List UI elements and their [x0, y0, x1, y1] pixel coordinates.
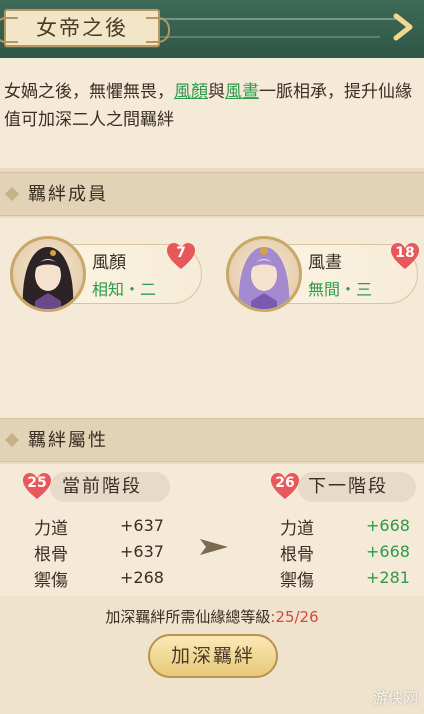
member-rank: 相知・二	[92, 280, 157, 299]
chevron-right-icon-svg	[393, 13, 413, 41]
current-stage-level: 25	[27, 475, 47, 491]
next-stage-level-badge: 26	[270, 472, 300, 500]
stat-value: +668	[366, 516, 410, 535]
title-plaque: 女帝之後	[0, 9, 170, 47]
current-stage-level-badge: 25	[22, 472, 52, 500]
requirement-label: 加深羈絆所需仙緣總等級	[105, 608, 271, 626]
requirement-progress: :25/26	[270, 608, 319, 626]
chevron-right-icon[interactable]	[390, 12, 418, 42]
heart-level-value: 18	[395, 245, 415, 261]
stat-name: 禦傷	[34, 571, 68, 591]
avatar[interactable]	[10, 236, 86, 312]
stat-value: +668	[366, 542, 410, 561]
portrait-icon	[238, 247, 290, 309]
header-decoration	[140, 18, 400, 20]
link-fengyan[interactable]: 風顏	[174, 82, 208, 102]
watermark: 游侠网	[372, 689, 418, 707]
member-rank: 無間・三	[308, 280, 373, 299]
member-name: 風晝	[308, 253, 342, 273]
avatar[interactable]	[226, 236, 302, 312]
heart-level-badge: 7	[166, 242, 196, 270]
portrait-icon	[22, 247, 74, 309]
diamond-icon	[4, 432, 20, 448]
diamond-icon	[4, 186, 20, 202]
next-stage-label: 下一階段	[308, 476, 388, 497]
next-stage-chip: 下一階段	[298, 472, 416, 502]
description-part: 與	[208, 82, 225, 102]
current-stage-chip: 當前階段	[50, 472, 170, 502]
members-panel: 風顏 相知・二 7 風晝 無間・三 18	[0, 218, 424, 418]
member-name: 風顏	[92, 253, 126, 273]
stat-name: 根骨	[280, 545, 314, 565]
heart-level-value: 7	[176, 245, 186, 261]
description-text: 女媧之後，無懼無畏，風顏與風晝一脈相承，提升仙緣值可加深二人之間羈絆	[0, 58, 424, 168]
stat-value: +268	[120, 568, 164, 587]
stat-value: +637	[120, 542, 164, 561]
member-card-fengzhou[interactable]: 風晝 無間・三 18	[220, 236, 420, 312]
stat-name: 力道	[280, 519, 314, 539]
next-stage-level: 26	[275, 475, 295, 491]
stat-name: 根骨	[34, 545, 68, 565]
attributes-panel: 25 當前階段 26 下一階段 力道 +637 根骨 +637 禦傷 +268 …	[0, 464, 424, 714]
deepen-bond-button[interactable]: 加深羈絆	[148, 634, 278, 678]
stat-name: 禦傷	[280, 571, 314, 591]
heart-level-badge: 18	[390, 242, 420, 270]
attributes-section-header: 羈絆屬性	[0, 418, 424, 462]
members-section-title: 羈絆成員	[28, 184, 108, 205]
page-title: 女帝之後	[36, 16, 128, 40]
header-bar: 女帝之後	[0, 0, 424, 58]
stat-value: +637	[120, 516, 164, 535]
header-decoration	[140, 36, 380, 38]
stat-name: 力道	[34, 519, 68, 539]
requirement-text: 加深羈絆所需仙緣總等級:25/26	[0, 606, 424, 627]
arrow-right-icon	[200, 539, 228, 555]
link-fengzhou[interactable]: 風晝	[225, 82, 259, 102]
member-card-fengyan[interactable]: 風顏 相知・二 7	[4, 236, 204, 312]
description-part: 女媧之後，無懼無畏，	[4, 82, 174, 102]
members-section-header: 羈絆成員	[0, 172, 424, 216]
stat-value: +281	[366, 568, 410, 587]
attributes-section-title: 羈絆屬性	[28, 430, 108, 451]
current-stage-label: 當前階段	[62, 476, 142, 497]
